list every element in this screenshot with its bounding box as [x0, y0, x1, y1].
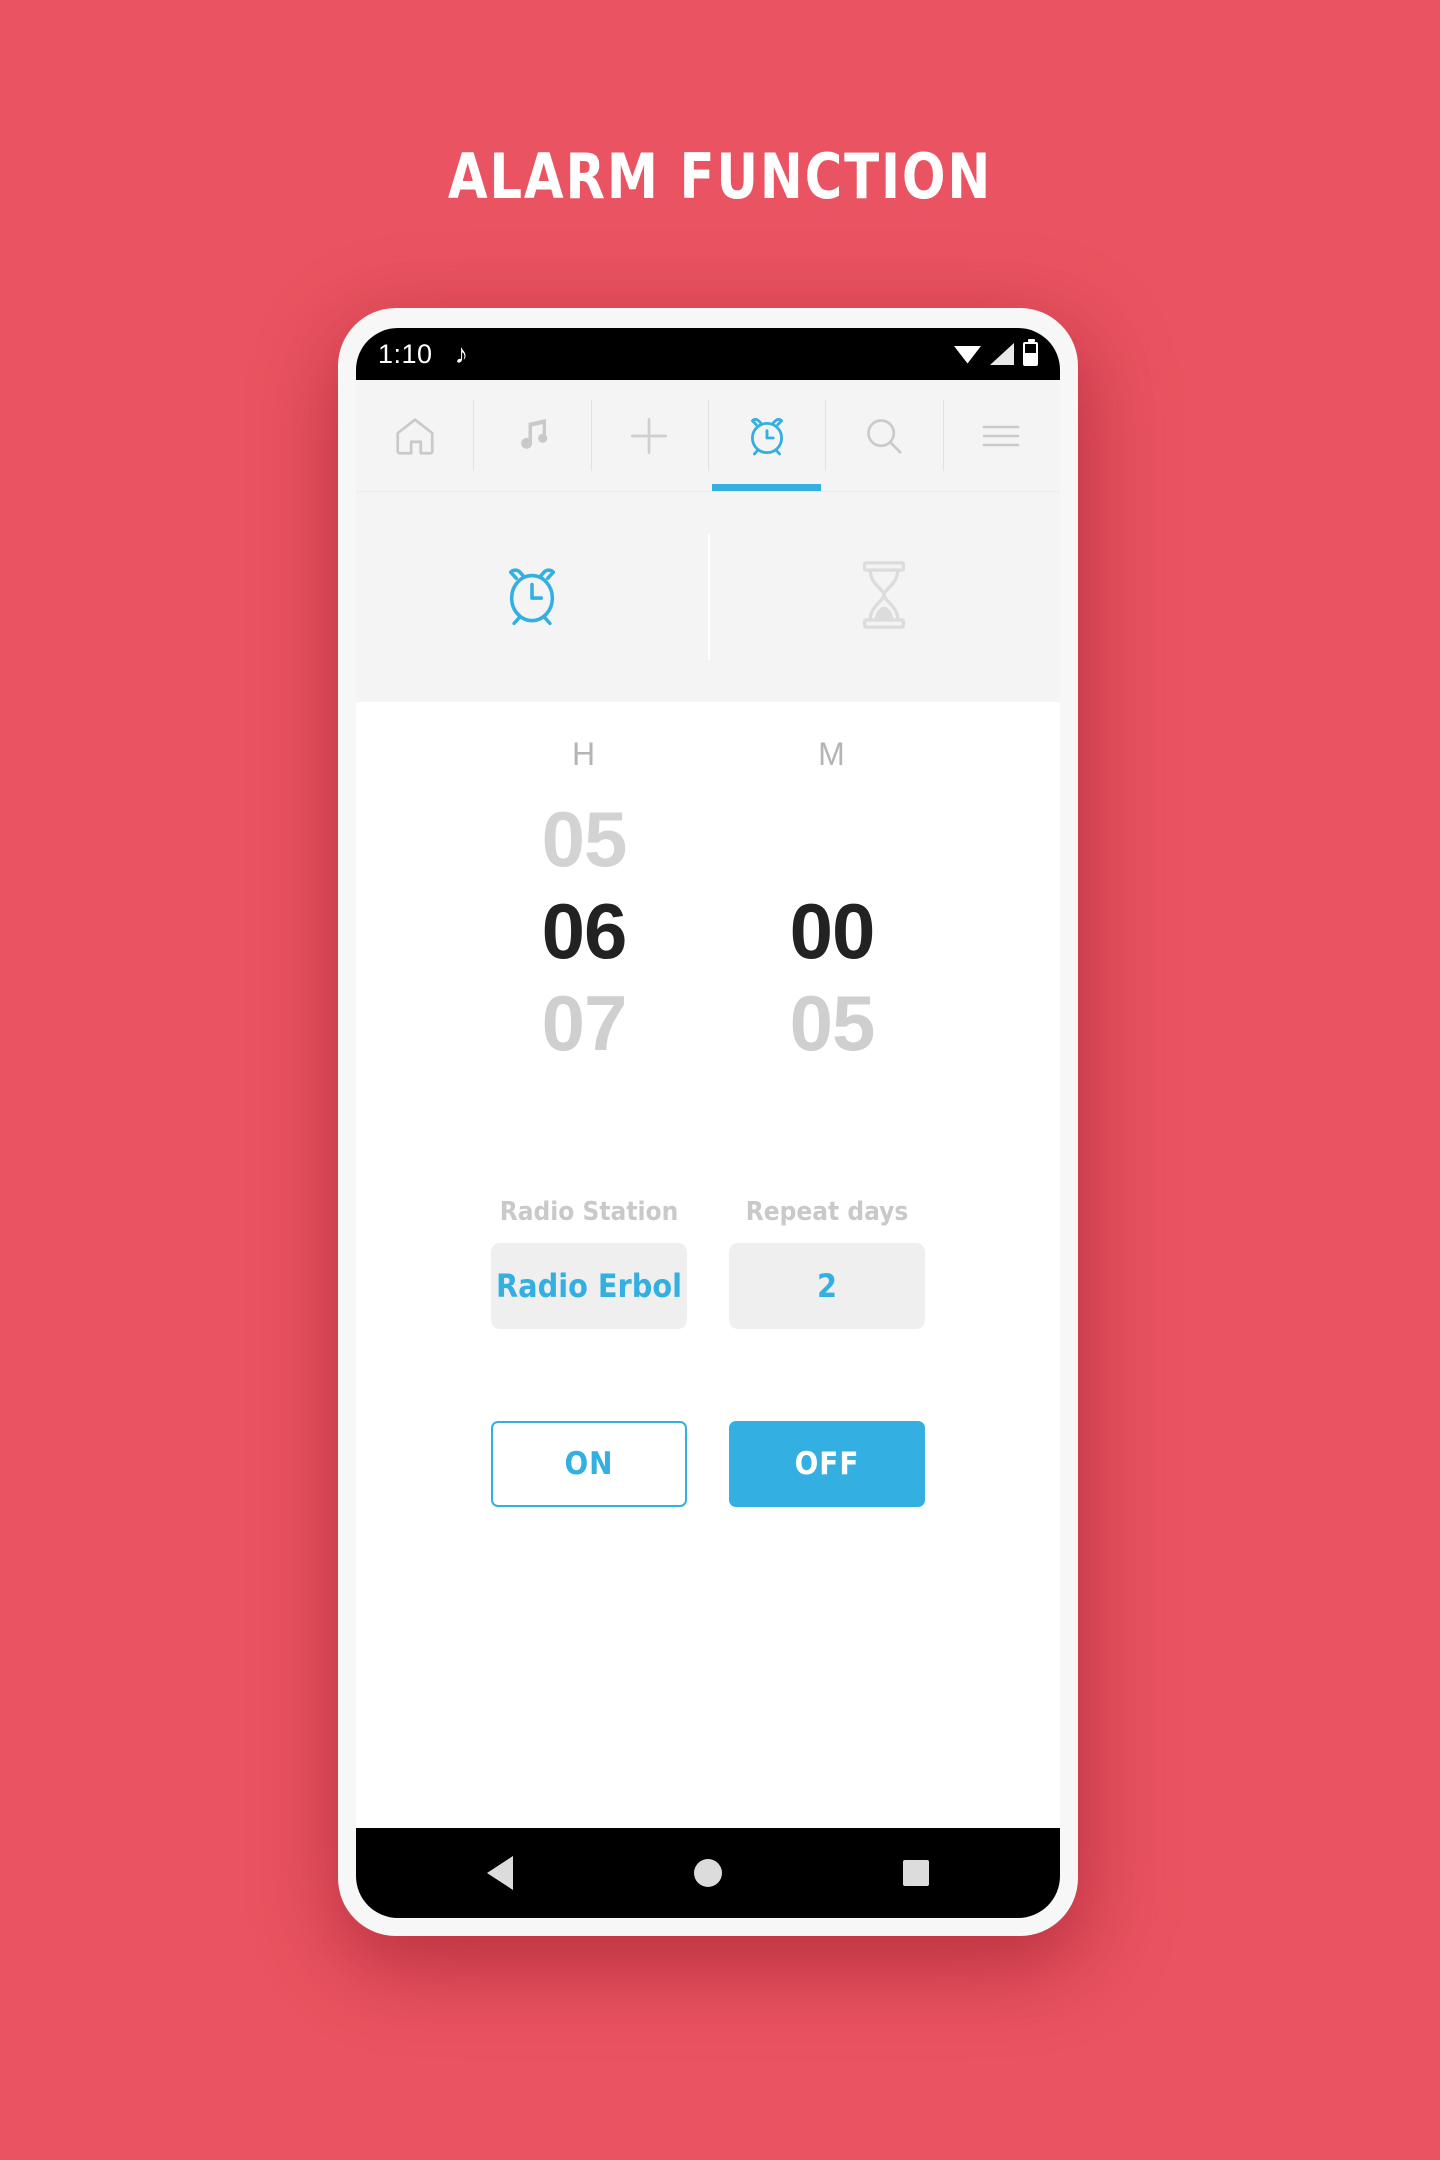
recents-square-icon[interactable]: [903, 1860, 930, 1886]
phone-screen: 1:10 ♪ H M 05 06 07 00 05 Radio Station …: [356, 328, 1060, 1918]
nav-item-home[interactable]: [356, 380, 473, 491]
hour-prev-value[interactable]: 05: [542, 793, 628, 885]
page-title: ALARM FUNCTION: [447, 140, 993, 213]
nav-item-alarm[interactable]: [707, 380, 825, 491]
hour-next-value[interactable]: 07: [542, 977, 628, 1069]
signal-icon: [990, 343, 1014, 365]
alarm-clock-icon: [743, 412, 791, 460]
system-navigation-bar: [356, 1828, 1060, 1918]
wifi-icon: [954, 346, 981, 364]
minute-label: M: [818, 736, 846, 772]
nav-item-search[interactable]: [825, 380, 942, 491]
minute-next-value[interactable]: 05: [790, 977, 876, 1069]
alarm-off-button[interactable]: OFF: [729, 1421, 925, 1507]
search-icon: [861, 413, 907, 459]
phone-mockup: 1:10 ♪ H M 05 06 07 00 05 Radio Station …: [338, 308, 1078, 1936]
alarm-content: H M 05 06 07 00 05 Radio Station Radio E…: [356, 702, 1060, 1828]
status-bar: 1:10 ♪: [356, 328, 1060, 380]
nav-item-music[interactable]: [473, 380, 590, 491]
plus-icon: [624, 411, 674, 461]
hour-label: H: [571, 736, 597, 772]
top-navigation-bar: [356, 380, 1060, 492]
tab-timer[interactable]: [708, 492, 1060, 702]
status-time: 1:10: [378, 338, 433, 369]
music-note-icon: [511, 415, 553, 457]
repeat-days-value[interactable]: 2: [729, 1243, 925, 1329]
home-circle-icon[interactable]: [693, 1859, 722, 1887]
nav-item-menu[interactable]: [942, 380, 1060, 491]
mode-tab-row: [356, 492, 1060, 702]
action-buttons: ON OFF: [356, 1421, 1060, 1507]
minute-wheel[interactable]: 00 05: [772, 793, 892, 1069]
radio-station-field: Radio Station Radio Erbol: [491, 1197, 687, 1329]
alarm-clock-icon: [495, 558, 569, 637]
back-triangle-icon[interactable]: [486, 1856, 513, 1890]
hour-wheel[interactable]: 05 06 07: [524, 793, 644, 1069]
alarm-on-button[interactable]: ON: [491, 1421, 687, 1507]
time-picker: 05 06 07 00 05: [356, 793, 1060, 1069]
picker-labels: H M: [356, 736, 1060, 773]
minute-selected-value[interactable]: 00: [790, 885, 876, 977]
repeat-days-field: Repeat days 2: [729, 1197, 925, 1329]
status-icons: [954, 339, 1038, 366]
hourglass-icon: [853, 559, 915, 636]
radio-station-label: Radio Station: [499, 1197, 679, 1227]
tab-alarm[interactable]: [356, 492, 708, 702]
home-icon: [392, 413, 438, 459]
battery-icon: [1023, 339, 1038, 366]
music-note-icon: ♪: [454, 338, 469, 369]
repeat-days-label: Repeat days: [745, 1197, 909, 1227]
hamburger-menu-icon: [977, 412, 1025, 460]
nav-item-add[interactable]: [590, 380, 708, 491]
hour-selected-value[interactable]: 06: [542, 885, 628, 977]
settings-fields: Radio Station Radio Erbol Repeat days 2: [356, 1197, 1060, 1329]
minute-prev-value[interactable]: [822, 793, 843, 885]
radio-station-value[interactable]: Radio Erbol: [491, 1243, 687, 1329]
